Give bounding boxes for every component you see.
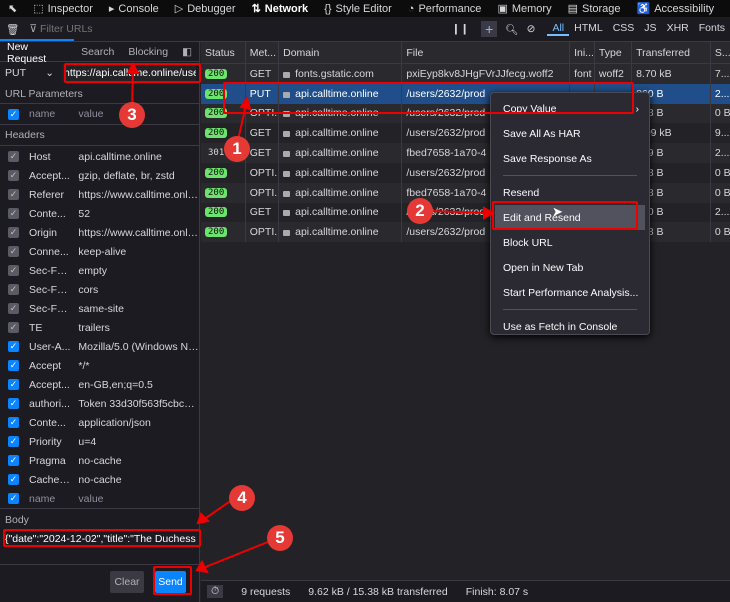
annotation-1: 1 — [224, 136, 250, 162]
annotation-5: 5 — [267, 525, 293, 551]
annotation-2: 2 — [407, 198, 433, 224]
annotation-3: 3 — [119, 102, 145, 128]
annotation-arrows — [126, 61, 496, 574]
annotation-4: 4 — [229, 485, 255, 511]
